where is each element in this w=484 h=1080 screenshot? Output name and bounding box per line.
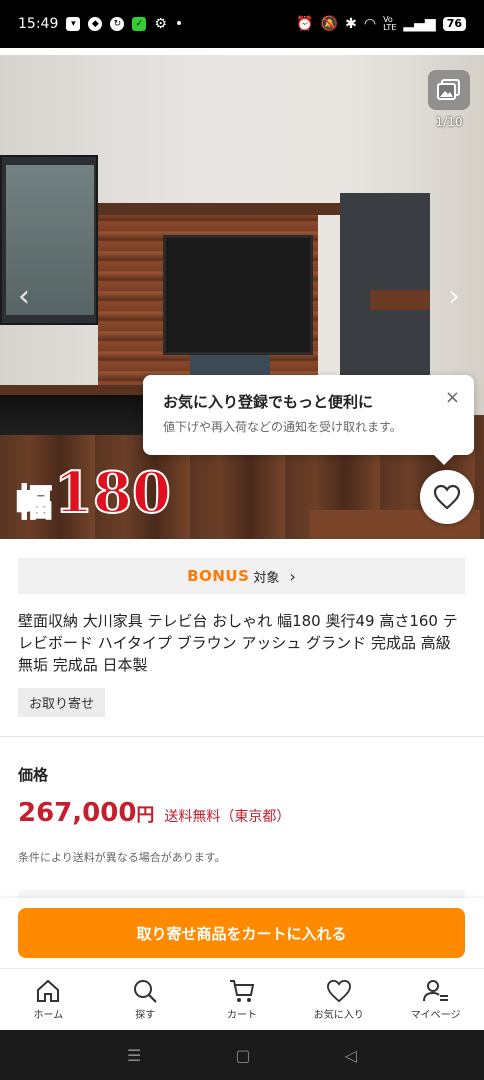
close-icon[interactable]: × bbox=[445, 387, 460, 408]
heart-icon bbox=[326, 979, 351, 1002]
tab-cart[interactable]: カート bbox=[194, 969, 291, 1030]
mute-icon: 🔕 bbox=[320, 16, 339, 32]
tab-home[interactable]: ホーム bbox=[0, 969, 97, 1030]
clock: 15:49 bbox=[18, 16, 59, 32]
product-photo-shelf bbox=[98, 203, 353, 215]
settings-icon: ⚙ bbox=[154, 16, 167, 32]
dropbox-icon: ◆ bbox=[88, 17, 103, 31]
favorite-tooltip-title: お気に入り登録でもっと便利に bbox=[163, 393, 374, 411]
price-unit: 円 bbox=[136, 805, 155, 826]
alarm-icon: ⏰ bbox=[296, 16, 314, 32]
system-nav-bar: ☰ ▢ ◁ bbox=[0, 1030, 484, 1080]
next-image-arrow[interactable]: › bbox=[448, 282, 468, 312]
gallery-view-button[interactable] bbox=[428, 70, 470, 110]
product-photo-left-cabinet bbox=[0, 155, 98, 325]
prev-image-arrow[interactable]: ‹ bbox=[18, 282, 38, 312]
app-notification-icon: ▾ bbox=[66, 17, 81, 31]
tab-search[interactable]: 探す bbox=[97, 969, 194, 1030]
favorite-tooltip-subtitle: 値下げや再入荷などの通知を受け取れます。 bbox=[163, 420, 402, 434]
product-photo-tv bbox=[163, 235, 313, 355]
home-icon bbox=[37, 979, 60, 1002]
dot-icon: • bbox=[174, 16, 184, 32]
bluetooth-icon: ✱ bbox=[345, 16, 357, 32]
price-value: 267,000 bbox=[18, 798, 137, 828]
bonus-label: 対象 bbox=[253, 570, 280, 586]
sync-icon: ↻ bbox=[110, 17, 125, 31]
image-counter: 1/10 bbox=[435, 115, 463, 129]
heart-icon bbox=[433, 484, 461, 510]
shipping-info: 送料無料（東京都） bbox=[164, 809, 291, 825]
bonus-logo: BONUS bbox=[187, 567, 250, 585]
product-photo-right-cabinet bbox=[340, 193, 430, 383]
favorite-button[interactable] bbox=[420, 470, 474, 524]
add-to-cart-button[interactable]: 取り寄せ商品をカートに入れる bbox=[18, 908, 465, 958]
tab-mypage[interactable]: マイページ bbox=[387, 969, 484, 1030]
price-row: 267,000 円 送料無料（東京都） bbox=[18, 798, 290, 828]
width-size-badge: 幅 180 bbox=[15, 460, 172, 526]
divider bbox=[0, 736, 484, 737]
cart-icon bbox=[229, 979, 255, 1002]
order-type-badge: お取り寄せ bbox=[18, 688, 105, 717]
signal-icon: ▂▄▆ bbox=[403, 16, 436, 32]
image-gallery-icon bbox=[437, 79, 460, 100]
recents-icon[interactable]: ☰ bbox=[127, 1046, 141, 1065]
back-icon[interactable]: ◁ bbox=[345, 1046, 357, 1065]
shield-icon: ✓ bbox=[132, 17, 147, 31]
battery-icon: 76 bbox=[442, 17, 466, 31]
product-title: 壁面収納 大川家具 テレビ台 おしゃれ 幅180 奥行49 高さ160 テレビボ… bbox=[18, 612, 458, 674]
wifi-icon: ◠ bbox=[363, 16, 377, 32]
price-label: 価格 bbox=[18, 766, 49, 784]
tab-favorites[interactable]: お気に入り bbox=[290, 969, 387, 1030]
user-icon bbox=[422, 979, 448, 1001]
volte-icon: Vo LTE bbox=[383, 15, 397, 32]
search-icon bbox=[134, 979, 157, 1003]
status-bar: 15:49 ▾ ◆ ↻ ✓ ⚙ • ⏰ 🔕 ✱ ◠ Vo LTE ▂▄▆ 76 bbox=[0, 0, 484, 48]
chevron-right-icon: › bbox=[289, 566, 296, 586]
home-button-icon[interactable]: ▢ bbox=[235, 1046, 250, 1065]
bottom-tab-bar: ホーム 探す カート お気に入り マイページ bbox=[0, 968, 484, 1030]
favorite-tooltip: お気に入り登録でもっと便利に 値下げや再入荷などの通知を受け取れます。 × bbox=[143, 375, 474, 465]
bonus-banner[interactable]: BONUS 対象 › bbox=[18, 558, 465, 594]
shipping-note: 条件により送料が異なる場合があります。 bbox=[18, 851, 226, 864]
